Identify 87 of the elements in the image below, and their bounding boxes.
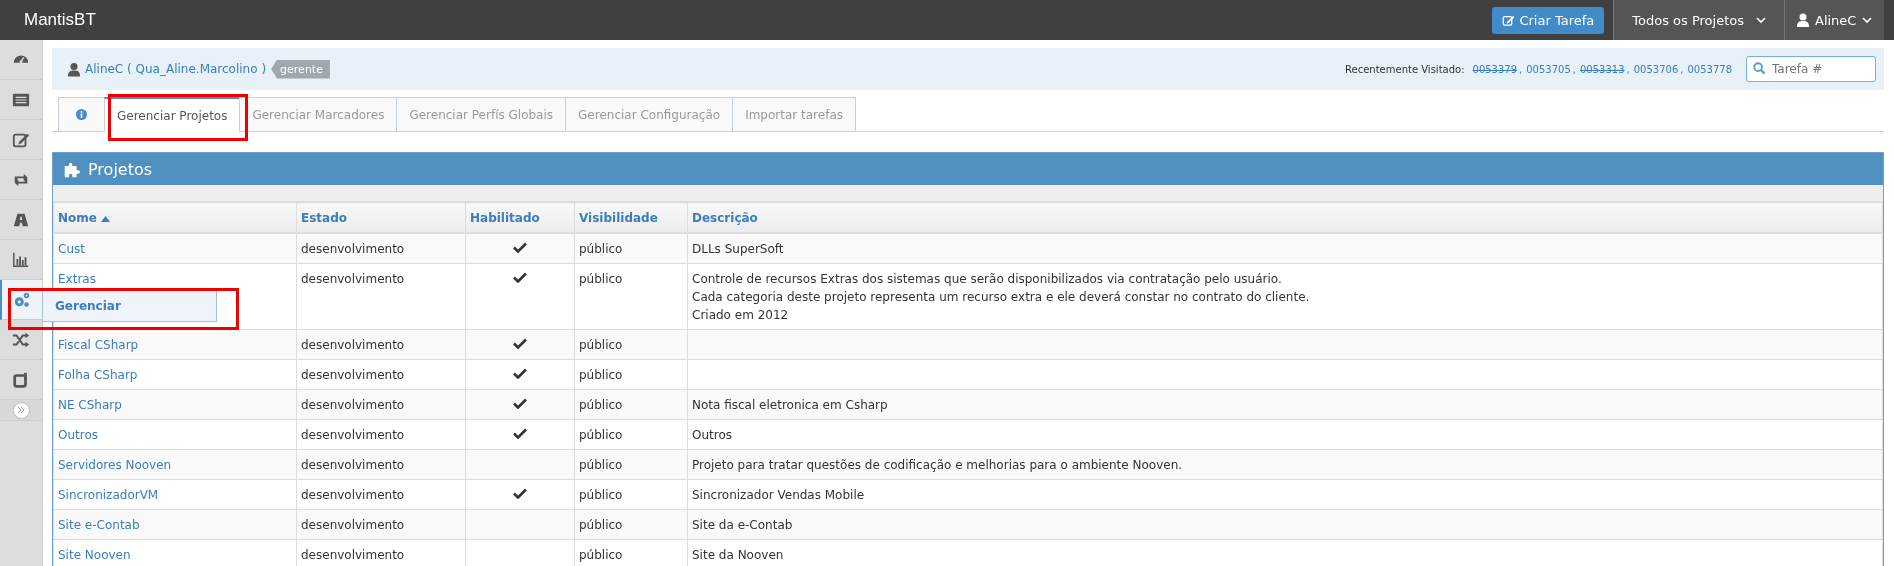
recent-issue-link[interactable]: 0053778 — [1687, 63, 1732, 75]
separator: , — [1626, 63, 1630, 75]
recent-label: Recentemente Visitado: — [1345, 63, 1465, 75]
column-header[interactable]: Descrição — [687, 202, 1883, 233]
table-cell: desenvolvimento — [296, 389, 466, 420]
tab[interactable]: Gerenciar Marcadores — [239, 97, 398, 131]
checkmark-icon — [513, 242, 527, 253]
project-link[interactable]: Extras — [58, 272, 96, 286]
sidebar-tooltip[interactable]: Gerenciar — [42, 290, 217, 322]
project-link[interactable]: Outros — [58, 428, 99, 442]
collapse-sidebar-button[interactable] — [12, 401, 30, 419]
tab[interactable]: Gerenciar Projetos — [104, 97, 241, 132]
description-text: Outros — [692, 427, 734, 444]
app-logo-text[interactable]: MantisBT — [24, 10, 96, 30]
recent-issue-link[interactable]: 0053706 — [1633, 63, 1679, 75]
square-icon — [12, 370, 30, 389]
info-icon — [76, 109, 87, 120]
description-text: Projeto para tratar questões de codificação e melhorias para o ambiente Nooven. — [692, 457, 1184, 474]
project-link[interactable]: NE CSharp — [58, 398, 122, 412]
tab[interactable]: Gerenciar Perfís Globais — [396, 97, 567, 131]
chevron-down-icon — [1756, 16, 1766, 24]
checkmark-icon — [513, 338, 527, 349]
create-task-button[interactable]: Criar Tarefa — [1492, 6, 1605, 34]
recent-issue-link[interactable]: 0053705 — [1526, 63, 1571, 75]
checkmark-icon — [513, 368, 527, 379]
column-header[interactable]: Estado — [296, 202, 466, 233]
double-chevron-icon — [17, 406, 25, 414]
project-link[interactable]: Cust — [58, 242, 85, 256]
info-tab[interactable] — [58, 97, 105, 131]
user-icon — [68, 61, 80, 77]
checkmark-icon — [513, 488, 527, 499]
description-text: Site da Nooven — [692, 547, 785, 564]
user-menu[interactable]: AlineC — [1784, 0, 1884, 40]
column-header[interactable]: Visibilidade — [574, 202, 688, 233]
table-cell: público — [574, 419, 688, 450]
project-link[interactable]: Fiscal CSharp — [58, 338, 139, 352]
tab[interactable]: Gerenciar Configuração — [565, 97, 734, 131]
separator: , — [1680, 63, 1684, 75]
recent-issue-link[interactable]: 0053313 — [1580, 63, 1625, 75]
user-icon — [1797, 13, 1809, 27]
description-text: Nota fiscal eletronica em Csharp — [692, 397, 889, 414]
table-cell: desenvolvimento — [296, 449, 466, 480]
table-cell: desenvolvimento — [296, 329, 466, 360]
table-cell: público — [574, 329, 688, 360]
search-icon — [1753, 62, 1766, 75]
recent-issue-link[interactable]: 0053379 — [1472, 63, 1518, 75]
project-link[interactable]: Folha CSharp — [58, 368, 138, 382]
issue-search-field[interactable]: Tarefa # — [1746, 56, 1876, 82]
role-label: gerente — [271, 59, 330, 79]
panel-title: Projetos — [88, 159, 153, 179]
table-cell: público — [574, 359, 688, 390]
table-cell: desenvolvimento — [296, 509, 466, 540]
description-text: Cada categoria deste projeto representa um recurso extra e ele deverá constar no contrato do cliente. — [692, 289, 1311, 306]
table-cell: desenvolvimento — [296, 419, 466, 450]
user-link[interactable]: AlineC ( Qua_Aline.Marcolino ) — [85, 62, 267, 76]
table-cell: desenvolvimento — [296, 263, 466, 330]
description-text: Criado em 2012 — [692, 307, 790, 324]
project-link[interactable]: Site Nooven — [58, 548, 131, 562]
chart-icon — [12, 250, 30, 269]
table-cell: público — [574, 389, 688, 420]
separator: , — [1572, 63, 1576, 75]
column-header[interactable]: Habilitado — [465, 202, 575, 233]
tab[interactable]: Importar tarefas — [732, 97, 856, 131]
table-cell: público — [574, 479, 688, 510]
edit-icon — [1502, 13, 1516, 27]
description-text: Site da e-Contab — [692, 517, 794, 534]
separator: , — [1519, 63, 1523, 75]
table-cell: público — [574, 509, 688, 540]
table-cell: desenvolvimento — [296, 479, 466, 510]
description-text: DLLs SuperSoft — [692, 241, 785, 258]
project-link[interactable]: SincronizadorVM — [58, 488, 159, 502]
project-link[interactable]: Site e-Contab — [58, 518, 140, 532]
description-text: Sincronizador Vendas Mobile — [692, 487, 866, 504]
puzzle-icon — [63, 160, 80, 178]
column-header[interactable]: Nome — [53, 202, 297, 233]
table-cell: público — [574, 233, 688, 264]
sort-ascending-icon — [100, 215, 110, 222]
project-menu[interactable]: Todos os Projetos — [1613, 0, 1784, 40]
checkmark-icon — [513, 398, 527, 409]
table-cell: público — [574, 263, 688, 330]
table-cell: desenvolvimento — [296, 233, 466, 264]
checkmark-icon — [513, 428, 527, 439]
table-cell: desenvolvimento — [296, 359, 466, 390]
chevron-down-icon — [1862, 16, 1873, 24]
checkmark-icon — [513, 272, 527, 283]
description-text: Controle de recursos Extras dos sistemas que serão disponibilizados via contratação pelo usuário. — [692, 271, 1283, 288]
table-cell: público — [574, 449, 688, 480]
